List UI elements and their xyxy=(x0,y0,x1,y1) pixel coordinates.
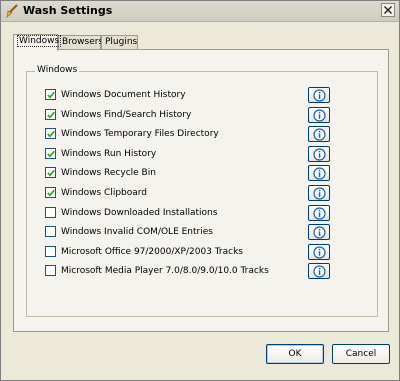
checkmark-icon xyxy=(47,189,55,197)
info-button[interactable] xyxy=(308,146,330,162)
info-icon xyxy=(313,148,326,161)
close-button[interactable] xyxy=(381,3,395,17)
close-icon xyxy=(384,6,392,14)
checkmark-icon xyxy=(47,111,55,119)
info-icon xyxy=(313,167,326,180)
cancel-button[interactable]: Cancel xyxy=(332,344,390,364)
option-row[interactable]: Windows Run History xyxy=(45,147,345,161)
option-checkbox[interactable] xyxy=(45,187,56,198)
info-button[interactable] xyxy=(308,87,330,103)
option-row[interactable]: Windows Recycle Bin xyxy=(45,166,345,180)
option-row[interactable]: Windows Clipboard xyxy=(45,186,345,200)
option-label: Windows Temporary Files Directory xyxy=(61,129,219,139)
option-checkbox[interactable] xyxy=(45,265,56,276)
option-label: Microsoft Media Player 7.0/8.0/9.0/10.0 … xyxy=(61,266,269,276)
info-icon xyxy=(313,246,326,259)
option-row[interactable]: Microsoft Office 97/2000/XP/2003 Tracks xyxy=(45,245,345,259)
info-icon xyxy=(313,109,326,122)
option-checkbox[interactable] xyxy=(45,207,56,218)
wash-settings-dialog: Wash Settings Windows Browsers Plugins W… xyxy=(0,0,400,381)
groupbox-label: Windows xyxy=(35,65,80,75)
option-row[interactable]: Windows Downloaded Installations xyxy=(45,206,345,220)
checkmark-icon xyxy=(47,91,55,99)
option-row[interactable]: Windows Temporary Files Directory xyxy=(45,127,345,141)
info-icon xyxy=(313,89,326,102)
option-row[interactable]: Windows Invalid COM/OLE Entries xyxy=(45,225,345,239)
info-button[interactable] xyxy=(308,126,330,142)
option-checkbox[interactable] xyxy=(45,89,56,100)
option-checkbox[interactable] xyxy=(45,109,56,120)
info-button[interactable] xyxy=(308,165,330,181)
option-checkbox[interactable] xyxy=(45,246,56,257)
option-row[interactable]: Windows Document History xyxy=(45,88,345,102)
info-button[interactable] xyxy=(308,205,330,221)
tab-browsers[interactable]: Browsers xyxy=(58,35,104,50)
info-icon xyxy=(313,128,326,141)
checkmark-icon xyxy=(47,130,55,138)
window-title: Wash Settings xyxy=(23,4,113,17)
info-icon xyxy=(313,187,326,200)
option-checkbox[interactable] xyxy=(45,167,56,178)
option-label: Microsoft Office 97/2000/XP/2003 Tracks xyxy=(61,247,243,257)
tab-windows[interactable]: Windows xyxy=(13,34,62,51)
info-button[interactable] xyxy=(308,224,330,240)
tab-windows-label: Windows xyxy=(17,35,62,47)
info-button[interactable] xyxy=(308,263,330,279)
info-button[interactable] xyxy=(308,107,330,123)
option-label: Windows Clipboard xyxy=(61,188,148,198)
option-label: Windows Find/Search History xyxy=(61,110,192,120)
option-label: Windows Recycle Bin xyxy=(61,168,156,178)
tab-plugins[interactable]: Plugins xyxy=(101,35,138,50)
info-icon xyxy=(313,207,326,220)
option-label: Windows Document History xyxy=(61,90,186,100)
info-button[interactable] xyxy=(308,244,330,260)
broom-icon xyxy=(5,4,19,18)
option-label: Windows Run History xyxy=(61,149,157,159)
checkmark-icon xyxy=(47,150,55,158)
option-row[interactable]: Microsoft Media Player 7.0/8.0/9.0/10.0 … xyxy=(45,264,345,278)
option-label: Windows Invalid COM/OLE Entries xyxy=(61,227,213,237)
option-label: Windows Downloaded Installations xyxy=(61,208,218,218)
info-button[interactable] xyxy=(308,185,330,201)
tab-plugins-label: Plugins xyxy=(105,37,138,47)
title-bar[interactable]: Wash Settings xyxy=(1,1,399,22)
info-icon xyxy=(313,226,326,239)
option-row[interactable]: Windows Find/Search History xyxy=(45,108,345,122)
info-icon xyxy=(313,265,326,278)
option-checkbox[interactable] xyxy=(45,148,56,159)
option-checkbox[interactable] xyxy=(45,128,56,139)
tab-browsers-label: Browsers xyxy=(62,37,104,47)
option-checkbox[interactable] xyxy=(45,226,56,237)
checkmark-icon xyxy=(47,169,55,177)
ok-button[interactable]: OK xyxy=(266,344,324,364)
